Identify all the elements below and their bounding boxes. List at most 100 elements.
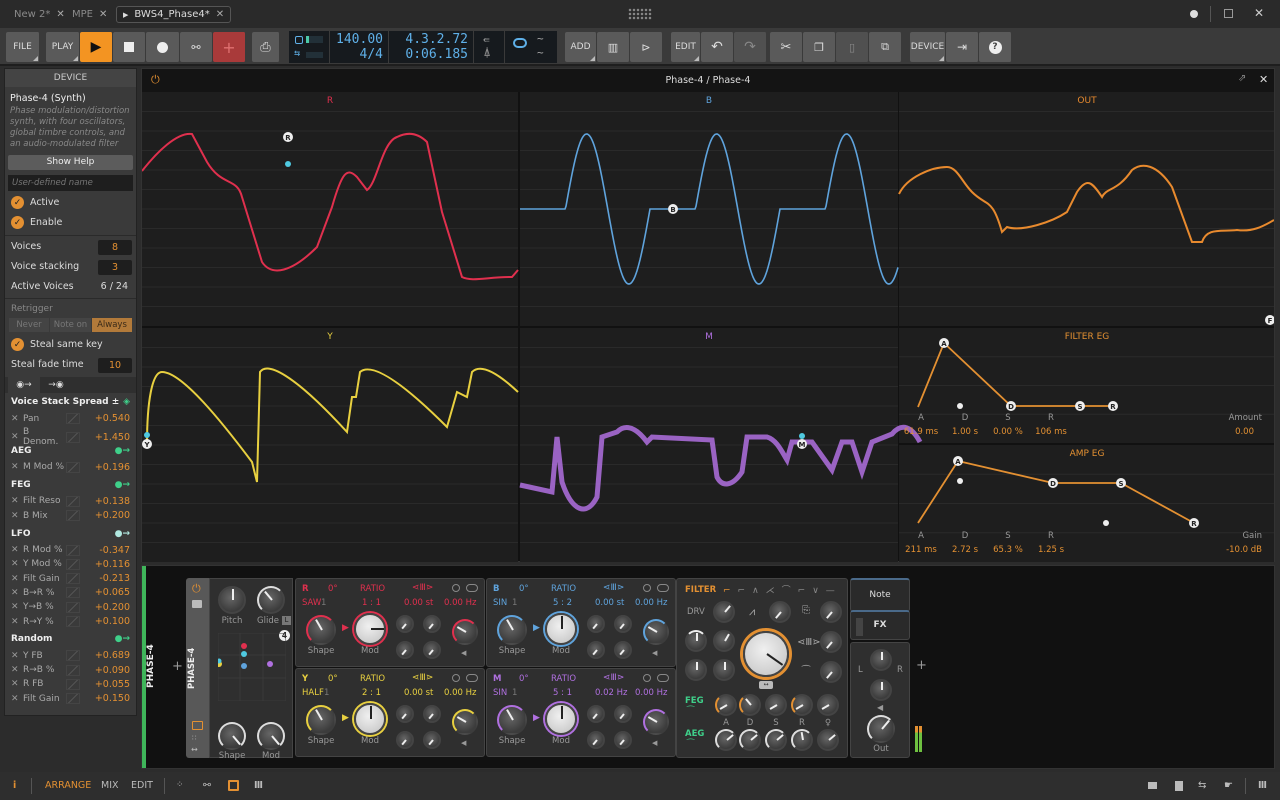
tempo-display[interactable]: 140.00 4/4	[330, 31, 388, 63]
pitch-mode-icon[interactable]: ⋖Ⅲ⋗	[603, 673, 624, 683]
aeg-gain-value[interactable]: -10.0 dB	[1204, 545, 1262, 555]
close-tab-icon[interactable]: ✕	[216, 9, 224, 20]
modulation-amount[interactable]: +1.450	[86, 432, 130, 443]
feg-amount-value[interactable]: 0.00	[1204, 427, 1254, 437]
feg-release-value[interactable]: 106 ms	[1026, 427, 1076, 437]
mix-tab[interactable]: MIX	[101, 780, 119, 791]
stack-layers-icon[interactable]: ◈	[123, 397, 130, 407]
loop-icon[interactable]	[513, 38, 527, 48]
glide-knob[interactable]	[257, 586, 285, 614]
modulation-amount-slider[interactable]	[66, 558, 80, 570]
time-signature[interactable]: 4/4	[330, 47, 383, 62]
ratio-label[interactable]: RATIO	[360, 674, 385, 684]
global-shape-knob[interactable]	[218, 722, 246, 750]
copy-button[interactable]: ❐	[803, 32, 836, 62]
feg-release-knob[interactable]	[791, 694, 813, 716]
modulator-group-header[interactable]: AEG ●→	[11, 446, 130, 456]
metronome-icon[interactable]: ⍋	[484, 48, 490, 59]
waveform-select[interactable]: SIN	[493, 598, 507, 608]
remove-modulation-icon[interactable]: ✕	[11, 559, 23, 569]
osc-phase[interactable]: 0°	[328, 584, 338, 594]
modulation-amount[interactable]: +0.090	[86, 665, 130, 676]
osc-level-knob[interactable]	[643, 709, 669, 735]
device-panel-toggle-icon[interactable]	[228, 780, 239, 791]
note-fx-slot[interactable]: Note	[850, 578, 910, 612]
modulator-routing-icon[interactable]: ●→	[115, 529, 130, 539]
hz-value[interactable]: 0.00 Hz	[444, 688, 476, 698]
info-icon[interactable]: i	[13, 780, 16, 791]
instrument-button[interactable]: ▥	[597, 32, 630, 62]
tune-value[interactable]: 0.02 Hz	[595, 688, 627, 698]
enable-checkbox[interactable]: ✓ Enable	[11, 216, 132, 229]
add-device-icon[interactable]: +	[172, 659, 183, 674]
modulation-amount-slider[interactable]	[66, 616, 80, 627]
modulation-amount[interactable]: +0.065	[86, 587, 130, 598]
tab-bws4-phase4[interactable]: ▶ BWS4_Phase4* ✕	[116, 6, 232, 23]
aeg-release-value[interactable]: 1.25 s	[1026, 545, 1076, 555]
modulator-routing-icon[interactable]: ●→	[115, 480, 130, 490]
cross-mod-m-knob[interactable]	[423, 731, 441, 749]
tab-new-2[interactable]: New 2* ✕	[8, 6, 71, 23]
remove-modulation-icon[interactable]: ✕	[11, 545, 23, 555]
waveform-index[interactable]: 1	[512, 598, 517, 608]
position-time[interactable]: 0:06.185	[389, 47, 468, 62]
waveform-index[interactable]: 1	[324, 688, 329, 698]
retrigger-note-on[interactable]: Note on	[50, 318, 91, 332]
pitch-knob[interactable]	[218, 586, 246, 614]
modulation-amount-slider[interactable]	[66, 544, 80, 556]
modulation-amount-slider[interactable]	[66, 650, 80, 662]
remove-modulation-icon[interactable]: ✕	[11, 496, 23, 506]
routing-icon[interactable]: ⇆	[1198, 780, 1206, 791]
play-menu-button[interactable]: PLAY	[46, 32, 80, 62]
cross-mod-b-knob[interactable]	[423, 615, 441, 633]
pre-roll-icon[interactable]: ⇚	[483, 33, 490, 46]
arrange-tab[interactable]: ARRANGE	[45, 780, 91, 791]
keytrack-icon[interactable]: ↔	[759, 681, 773, 689]
retrigger-always[interactable]: Always	[92, 318, 132, 332]
modulation-amount-slider[interactable]	[66, 431, 80, 443]
add-button[interactable]: ADD	[565, 32, 597, 62]
tab-modulator-out[interactable]: ◉→	[8, 377, 40, 393]
pan-knob[interactable]	[870, 649, 892, 671]
cross-mod-r-knob[interactable]	[587, 705, 605, 723]
cross-mod-y-knob[interactable]	[396, 641, 414, 659]
modulation-amount-slider[interactable]	[66, 664, 80, 676]
steal-same-key-checkbox[interactable]: ✓ Steal same key	[11, 338, 132, 351]
aeg-attack-knob[interactable]	[715, 729, 737, 751]
remove-modulation-icon[interactable]: ✕	[11, 574, 23, 584]
edit-tab[interactable]: EDIT	[131, 780, 153, 791]
modulation-amount-slider[interactable]	[66, 601, 80, 613]
position-display[interactable]: 4.3.2.72 0:06.185	[389, 31, 473, 63]
ratio-value[interactable]: 2 : 1	[362, 688, 381, 698]
modulation-amount-slider[interactable]	[66, 510, 80, 522]
show-help-button[interactable]: Show Help	[8, 155, 133, 170]
stereo-icon[interactable]	[466, 674, 478, 682]
modulation-amount-slider[interactable]	[66, 587, 80, 599]
device-power-icon[interactable]: ⏻	[192, 582, 201, 596]
osc-level-knob[interactable]	[643, 619, 669, 645]
voice-stacking-value[interactable]: 3	[98, 260, 132, 275]
filter-r-mod-knob[interactable]	[685, 630, 707, 652]
global-mod-knob[interactable]	[257, 722, 285, 750]
feg-velocity-knob[interactable]	[817, 694, 839, 716]
osc-shape-knob[interactable]	[306, 705, 336, 735]
fade-in-icon[interactable]: ~	[537, 32, 544, 45]
hz-value[interactable]: 0.00 Hz	[444, 598, 476, 608]
osc-shape-knob[interactable]	[497, 705, 527, 735]
pitch-mode-icon[interactable]: ⋖Ⅲ⋗	[412, 673, 433, 683]
cross-mod-b-knob[interactable]	[423, 705, 441, 723]
file-button[interactable]: FILE	[6, 32, 40, 62]
filter-y-mod-knob[interactable]	[685, 659, 707, 681]
modulation-amount-slider[interactable]	[66, 693, 80, 705]
waveform-index[interactable]: 1	[512, 688, 517, 698]
aeg-sustain-knob[interactable]	[765, 729, 787, 751]
hz-value[interactable]: 0.00 Hz	[635, 688, 667, 698]
modulation-amount[interactable]: +0.540	[86, 413, 130, 424]
link-icon[interactable]: ⚯	[203, 780, 211, 791]
aeg-release-knob[interactable]	[791, 729, 813, 751]
cross-mod-y-knob[interactable]	[587, 731, 605, 749]
remove-modulation-icon[interactable]: ✕	[11, 588, 23, 598]
duplicate-button[interactable]: ⧉	[869, 32, 902, 62]
pitch-mode-icon[interactable]: ⋖Ⅲ⋗	[412, 583, 433, 593]
waveform-select[interactable]: SIN	[493, 688, 507, 698]
